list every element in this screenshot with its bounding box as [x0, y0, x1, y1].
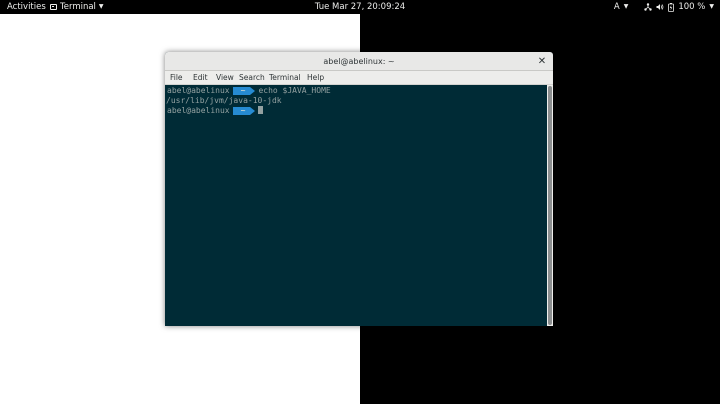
text-cursor — [258, 106, 264, 114]
menu-help[interactable]: Help — [307, 71, 324, 85]
menu-edit[interactable]: Edit — [193, 71, 208, 85]
prompt-user: abel@abelinux — [167, 86, 230, 95]
prompt-user: abel@abelinux — [167, 106, 230, 115]
menu-terminal[interactable]: Terminal — [269, 71, 301, 85]
battery-icon — [668, 2, 675, 12]
terminal-area[interactable]: abel@abelinux ~ echo $JAVA_HOME /usr/lib/j… — [165, 85, 547, 326]
input-source-indicator[interactable]: A — [614, 0, 620, 14]
terminal-line: abel@abelinux ~ — [167, 106, 264, 116]
clock[interactable]: Tue Mar 27, 20:09:24 — [0, 0, 720, 14]
chevron-down-icon: ▼ — [709, 3, 714, 10]
window-titlebar[interactable]: abel@abelinux: ~ ✕ — [165, 52, 553, 71]
menu-view[interactable]: View — [216, 71, 234, 85]
prompt-path: ~ — [232, 87, 256, 95]
volume-icon — [656, 3, 664, 11]
top-bar: Activities Terminal ▼ Tue Mar 27, 20:09:… — [0, 0, 720, 14]
close-icon[interactable]: ✕ — [537, 52, 547, 71]
prompt-path: ~ — [232, 107, 256, 115]
terminal-window[interactable]: abel@abelinux: ~ ✕ File Edit View Search… — [165, 52, 553, 326]
terminal-line: /usr/lib/jvm/java-10-jdk — [166, 96, 282, 106]
command-text: echo $JAVA_HOME — [258, 86, 331, 95]
menu-file[interactable]: File — [170, 71, 183, 85]
scrollbar-thumb[interactable] — [548, 86, 552, 325]
menu-bar: File Edit View Search Terminal Help — [165, 71, 553, 85]
menu-search[interactable]: Search — [239, 71, 265, 85]
terminal-line: abel@abelinux ~ echo $JAVA_HOME — [167, 86, 331, 96]
network-icon — [644, 3, 653, 11]
scrollbar[interactable] — [547, 85, 553, 326]
window-title: abel@abelinux: ~ — [323, 57, 395, 66]
system-tray[interactable]: A ▼ 100 % ▼ — [614, 0, 714, 14]
command-output: /usr/lib/jvm/java-10-jdk — [166, 96, 282, 105]
chevron-down-icon: ▼ — [623, 3, 629, 10]
battery-level: 100 % — [678, 2, 706, 12]
